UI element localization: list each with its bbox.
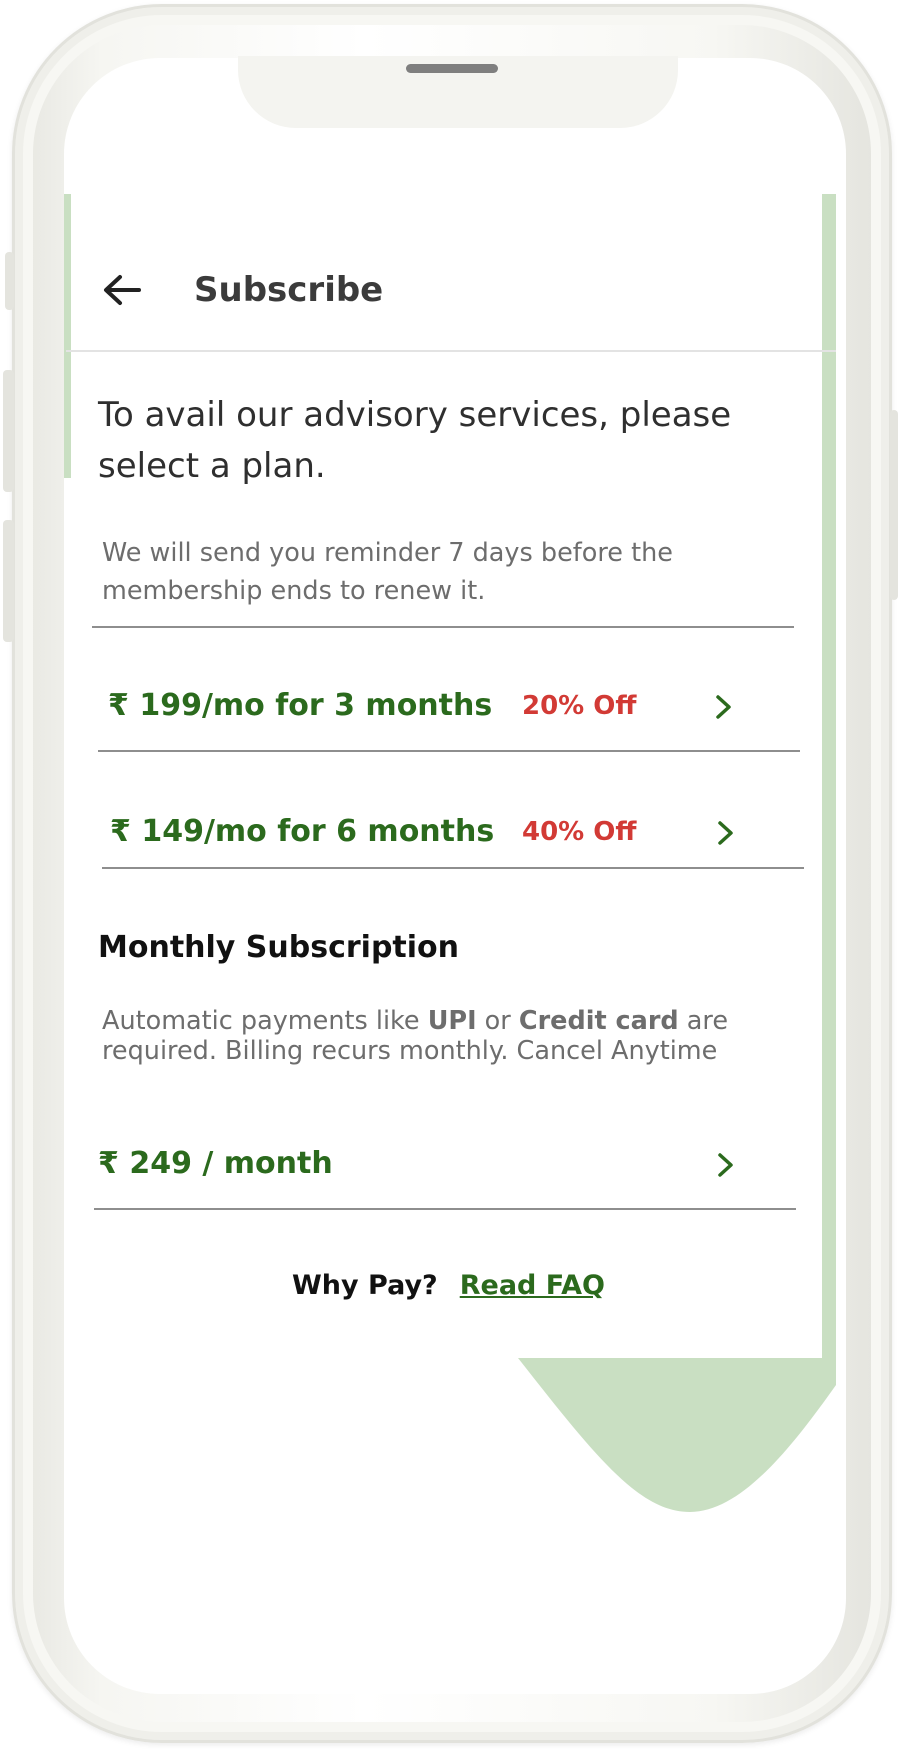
monthly-subscription-heading: Monthly Subscription <box>98 930 460 965</box>
page-title: Subscribe <box>194 270 384 310</box>
decor-green-right <box>822 194 836 1359</box>
plan-price: ₹ 199/mo for 3 months <box>108 688 493 723</box>
desc-upi: UPI <box>427 1006 477 1036</box>
decor-green-left <box>64 194 71 478</box>
arrow-left-icon <box>104 275 141 305</box>
volume-down-button <box>3 520 14 642</box>
chevron-right-icon <box>718 821 733 845</box>
divider <box>102 867 804 869</box>
chevron-right-icon <box>716 695 731 719</box>
mute-switch <box>5 252 14 310</box>
desc-text: Automatic payments like <box>102 1006 428 1036</box>
read-faq-link[interactable]: Read FAQ <box>460 1270 605 1301</box>
divider <box>92 626 794 628</box>
faq-question: Why Pay? <box>292 1270 438 1301</box>
chevron-right-icon <box>718 1153 733 1177</box>
back-button[interactable] <box>98 266 146 314</box>
plan-price: ₹ 249 / month <box>98 1146 333 1181</box>
speaker-grille <box>406 64 498 73</box>
appbar-divider <box>66 350 836 352</box>
monthly-subscription-description: Automatic payments like UPI or Credit ca… <box>102 1006 802 1066</box>
divider <box>98 750 800 752</box>
intro-text: To avail our advisory services, please s… <box>98 395 732 486</box>
plan-price: ₹ 149/mo for 6 months <box>110 814 495 849</box>
plan-option-6-months[interactable]: ₹ 149/mo for 6 months 40% Off <box>92 806 792 886</box>
faq-row: Why Pay? Read FAQ <box>292 1270 605 1301</box>
desc-text: or <box>476 1006 519 1036</box>
divider <box>94 1208 796 1210</box>
volume-up-button <box>3 370 14 492</box>
desc-credit-card: Credit card <box>518 1006 679 1036</box>
plan-option-monthly[interactable]: ₹ 249 / month <box>92 1138 792 1218</box>
plan-discount-badge: 20% Off <box>522 691 637 721</box>
reminder-text: We will send you reminder 7 days before … <box>102 538 673 606</box>
power-button <box>890 410 898 600</box>
plan-discount-badge: 40% Off <box>522 817 637 847</box>
plan-option-3-months[interactable]: ₹ 199/mo for 3 months 20% Off <box>92 680 792 760</box>
